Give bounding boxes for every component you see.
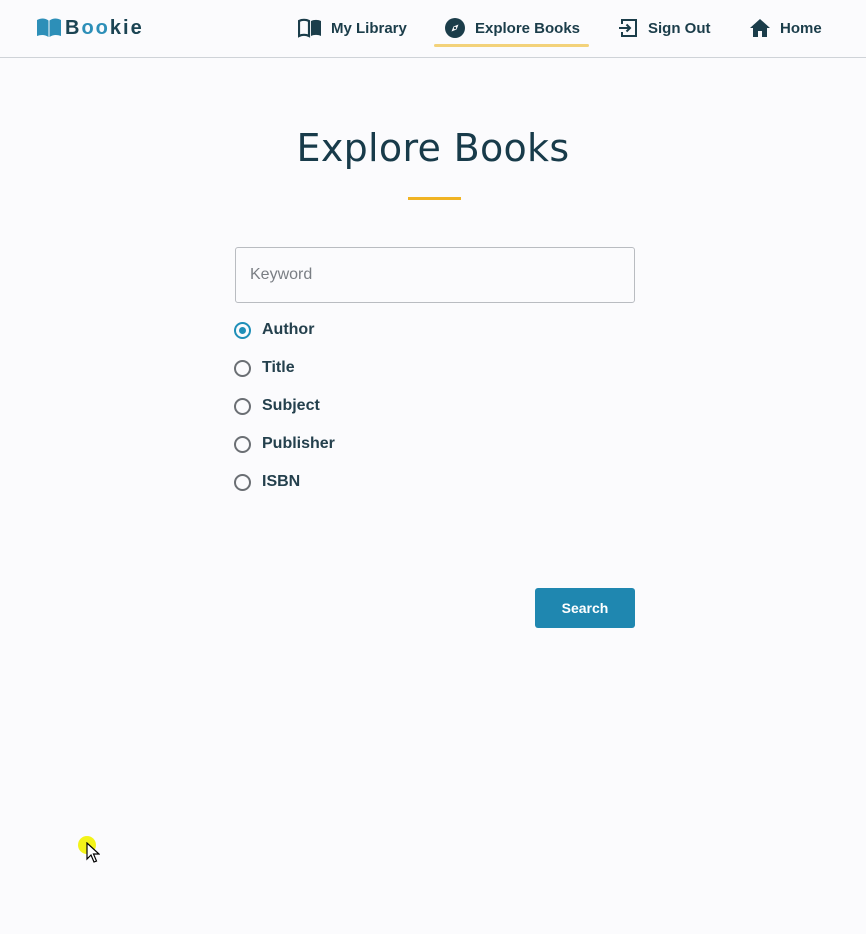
radio-publisher[interactable]: Publisher: [234, 433, 335, 455]
radio-button[interactable]: [234, 473, 251, 491]
compass-icon: [445, 18, 465, 38]
nav-home-label: Home: [780, 19, 822, 37]
radio-label-subject: Subject: [262, 397, 320, 414]
page-title: Explore Books: [296, 126, 570, 170]
open-book-icon: [37, 18, 61, 37]
title-underline: [408, 197, 461, 200]
radio-isbn[interactable]: ISBN: [234, 471, 300, 493]
mouse-pointer-icon: [86, 842, 100, 863]
radio-button[interactable]: [234, 397, 251, 415]
radio-label-author: Author: [262, 321, 315, 338]
search-button[interactable]: Search: [535, 588, 635, 628]
radio-button[interactable]: [234, 435, 251, 453]
nav-explore-books-label: Explore Books: [475, 19, 581, 37]
brand-name: Bookie: [65, 17, 144, 39]
brand-logo[interactable]: Bookie: [36, 16, 144, 40]
nav-home[interactable]: Home: [749, 14, 822, 42]
nav-explore-books[interactable]: Explore Books: [433, 14, 590, 47]
radio-author[interactable]: Author: [234, 319, 314, 341]
radio-button-checked[interactable]: [234, 321, 251, 339]
radio-label-title: Title: [262, 359, 295, 376]
radio-title[interactable]: Title: [234, 357, 295, 379]
home-icon: [750, 19, 770, 37]
nav-my-library-label: My Library: [331, 19, 407, 37]
nav-sign-out[interactable]: Sign Out: [617, 14, 711, 42]
radio-label-isbn: ISBN: [262, 473, 301, 490]
top-navbar: Bookie My Library Explore Books Sign Out…: [0, 0, 866, 58]
sign-out-icon: [619, 19, 637, 37]
radio-subject[interactable]: Subject: [234, 395, 320, 417]
radio-button[interactable]: [234, 359, 251, 377]
keyword-input[interactable]: [235, 247, 635, 303]
nav-sign-out-label: Sign Out: [648, 19, 711, 37]
radio-label-publisher: Publisher: [262, 435, 335, 452]
book-icon: [298, 18, 321, 38]
nav-my-library[interactable]: My Library: [298, 14, 407, 42]
